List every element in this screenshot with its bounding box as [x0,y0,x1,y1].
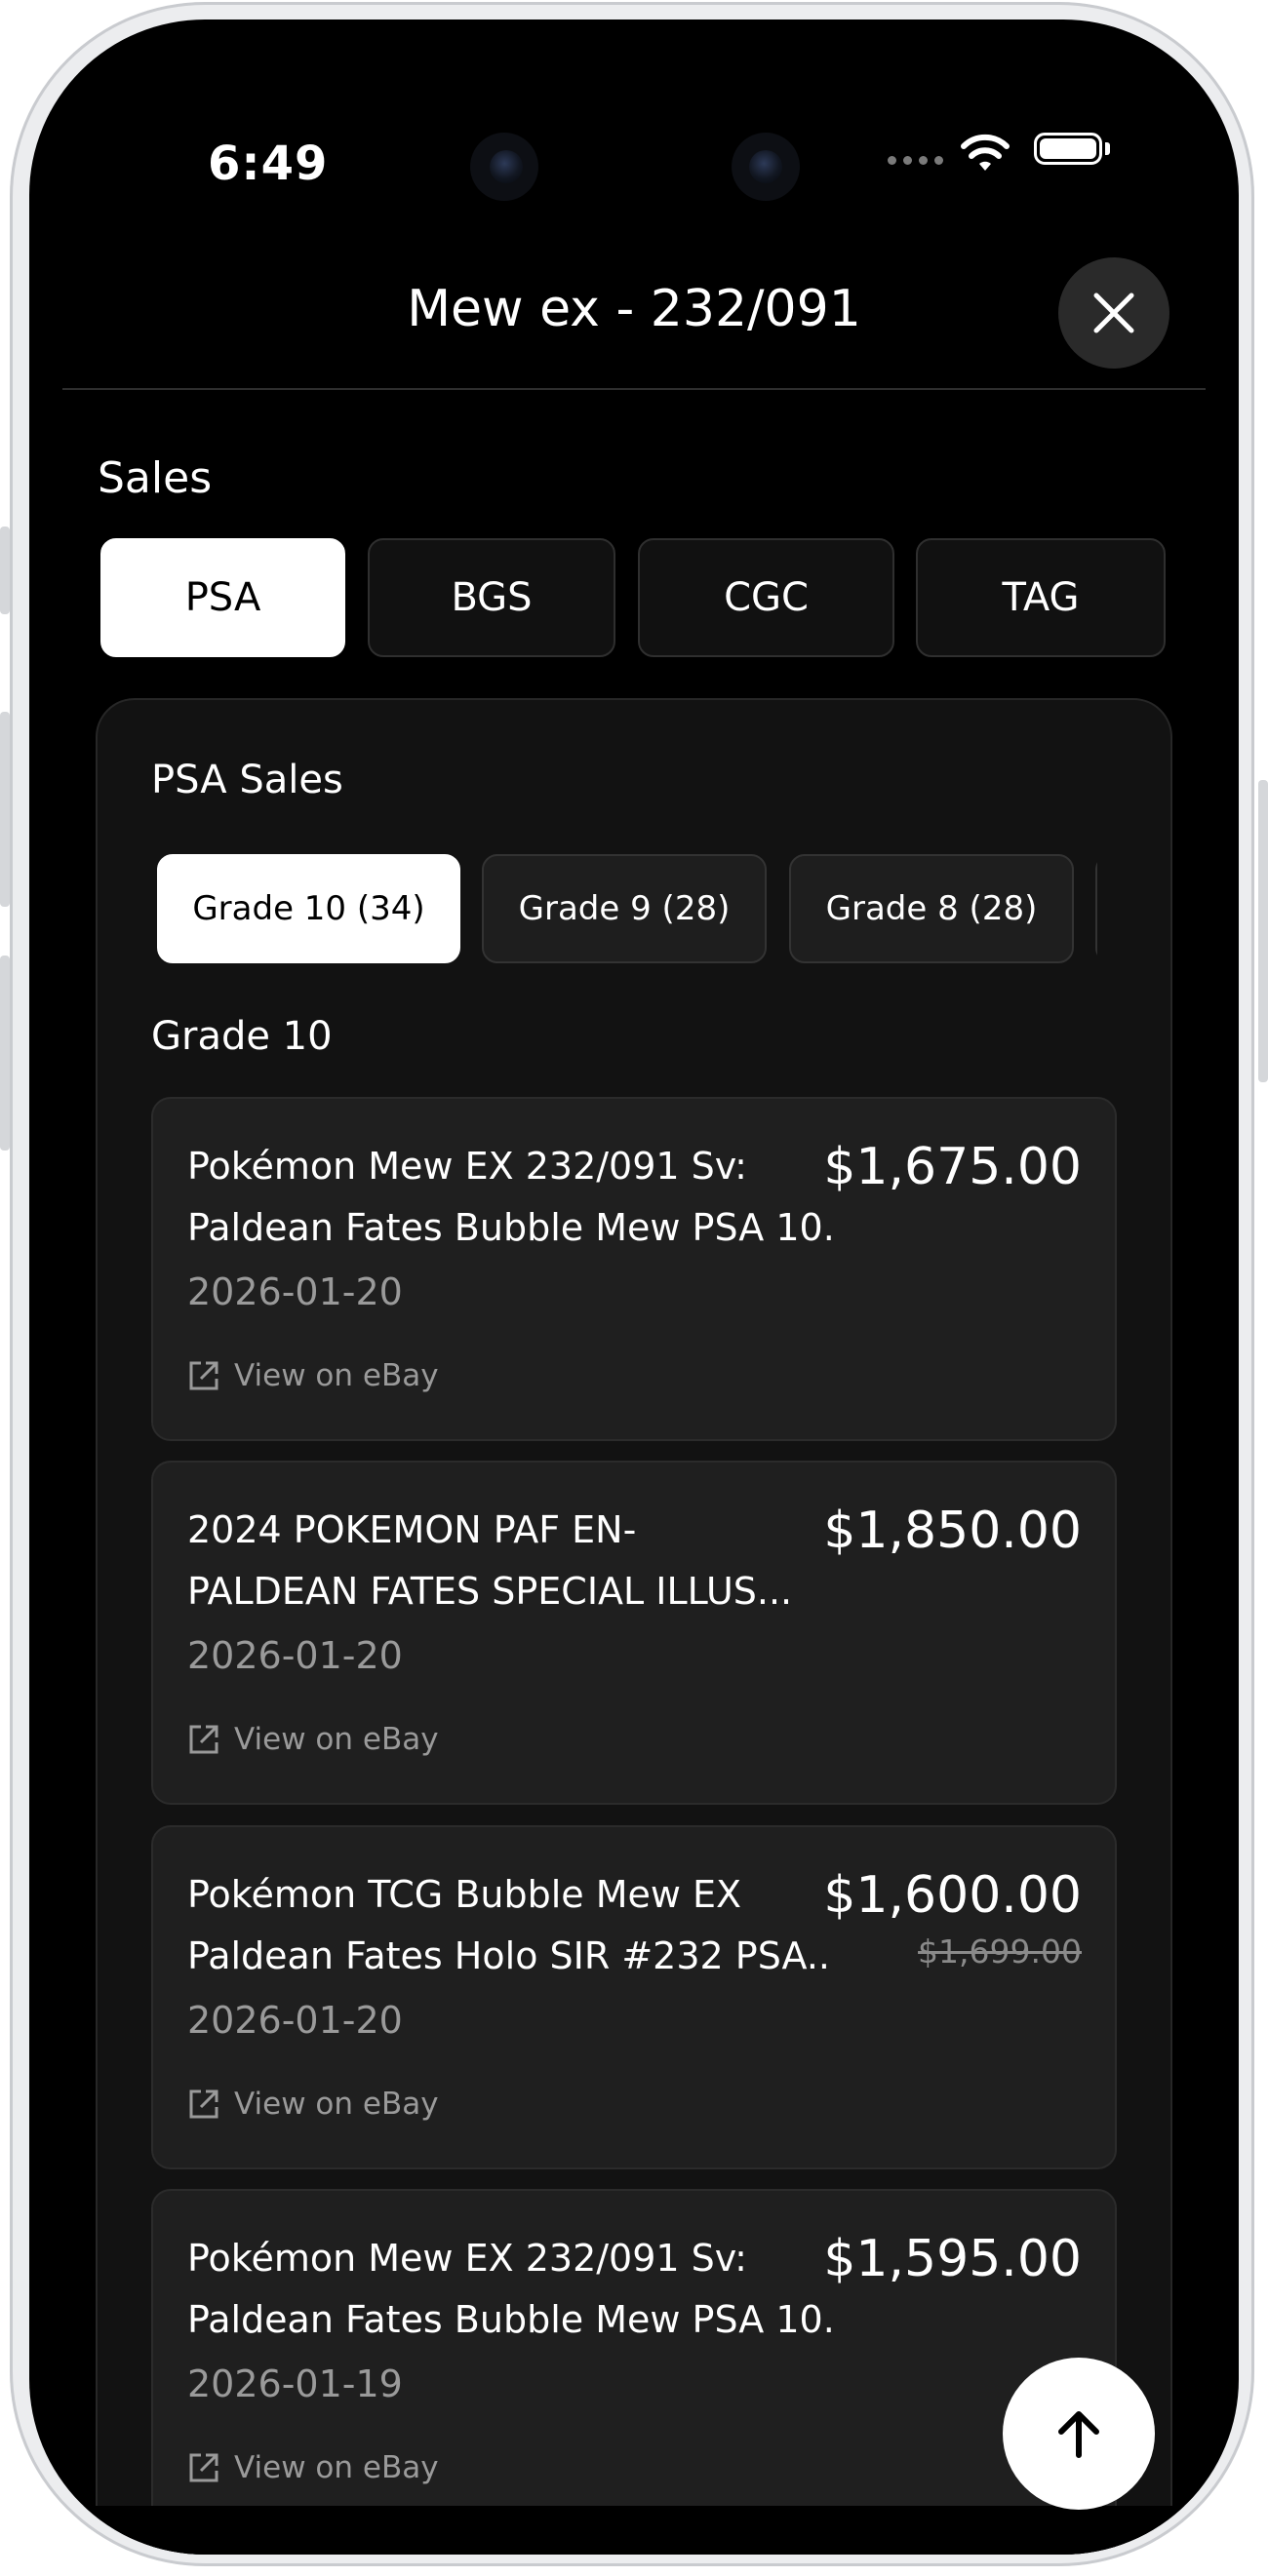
sale-date: 2026-01-19 [187,2362,403,2405]
sales-section-label: Sales [98,453,213,503]
tab-cgc[interactable]: CGC [638,538,894,657]
tab-grade-9[interactable]: Grade 9 (28) [482,854,767,963]
sale-title: Pokémon TCG Bubble Mew EX Paldean Fates … [187,1873,831,1977]
sheet-title: Mew ex - 232/091 [407,280,861,338]
sale-price: $1,675.00 [823,1138,1082,1196]
front-camera-lens [749,150,782,183]
tab-bgs[interactable]: BGS [368,538,615,657]
sale-price: $1,600.00 [823,1866,1082,1925]
sale-title: Pokémon Mew EX 232/091 Sv: Paldean Fates… [187,1145,831,1249]
wifi-icon [961,134,1010,171]
view-on-ebay-link[interactable]: View on eBay [187,1722,439,1757]
header-divider [62,388,1206,390]
close-icon [1093,293,1134,333]
sale-date: 2026-01-20 [187,1270,403,1313]
side-button-power [1258,780,1268,1082]
camera-lens [490,150,523,183]
view-on-ebay-link[interactable]: View on eBay [187,1358,439,1393]
sale-date: 2026-01-20 [187,1999,403,2042]
view-on-ebay-link[interactable]: View on eBay [187,2450,439,2485]
external-link-icon [189,1725,218,1754]
app-screen: 6:49 Mew ex - 232/091 Sales PSA BGS CGC … [29,20,1239,2555]
arrow-up-icon [1058,2411,1099,2458]
sale-price: $1,595.00 [823,2230,1082,2288]
external-link-icon [189,1361,218,1390]
sale-price: $1,850.00 [823,1502,1082,1560]
tab-grade-8[interactable]: Grade 8 (28) [789,854,1074,963]
tab-grade-next[interactable] [1095,854,1097,963]
cellular-signal-icon [888,156,943,165]
grade-heading: Grade 10 [151,1014,333,1059]
side-button-volume-down [0,956,10,1151]
status-time: 6:49 [208,137,329,191]
sale-item[interactable]: 2024 POKEMON PAF EN- PALDEAN FATES SPECI… [151,1461,1117,1805]
side-button-volume-up [0,712,10,907]
scroll-to-top-button[interactable] [1003,2358,1155,2510]
psa-sales-title: PSA Sales [151,758,343,802]
external-link-icon [189,2453,218,2482]
close-button[interactable] [1058,257,1169,369]
sale-date: 2026-01-20 [187,1634,403,1677]
sale-original-price: $1,699.00 [918,1932,1082,1971]
sale-item[interactable]: Pokémon TCG Bubble Mew EX Paldean Fates … [151,1825,1117,2169]
sale-title: 2024 POKEMON PAF EN- PALDEAN FATES SPECI… [187,1508,793,1613]
sale-title: Pokémon Mew EX 232/091 Sv: Paldean Fates… [187,2237,831,2341]
sale-item[interactable]: Pokémon Mew EX 232/091 Sv: Paldean Fates… [151,2189,1117,2533]
tab-grade-10[interactable]: Grade 10 (34) [157,854,460,963]
tab-tag[interactable]: TAG [916,538,1166,657]
view-on-ebay-link[interactable]: View on eBay [187,2087,439,2122]
side-button-action [0,527,10,614]
sale-item[interactable]: Pokémon Mew EX 232/091 Sv: Paldean Fates… [151,1097,1117,1441]
external-link-icon [189,2089,218,2119]
bottom-edge [29,2506,1239,2555]
battery-icon [1034,133,1110,165]
grade-tabs[interactable]: Grade 10 (34) Grade 9 (28) Grade 8 (28) [151,854,1097,963]
tab-psa[interactable]: PSA [100,538,345,657]
